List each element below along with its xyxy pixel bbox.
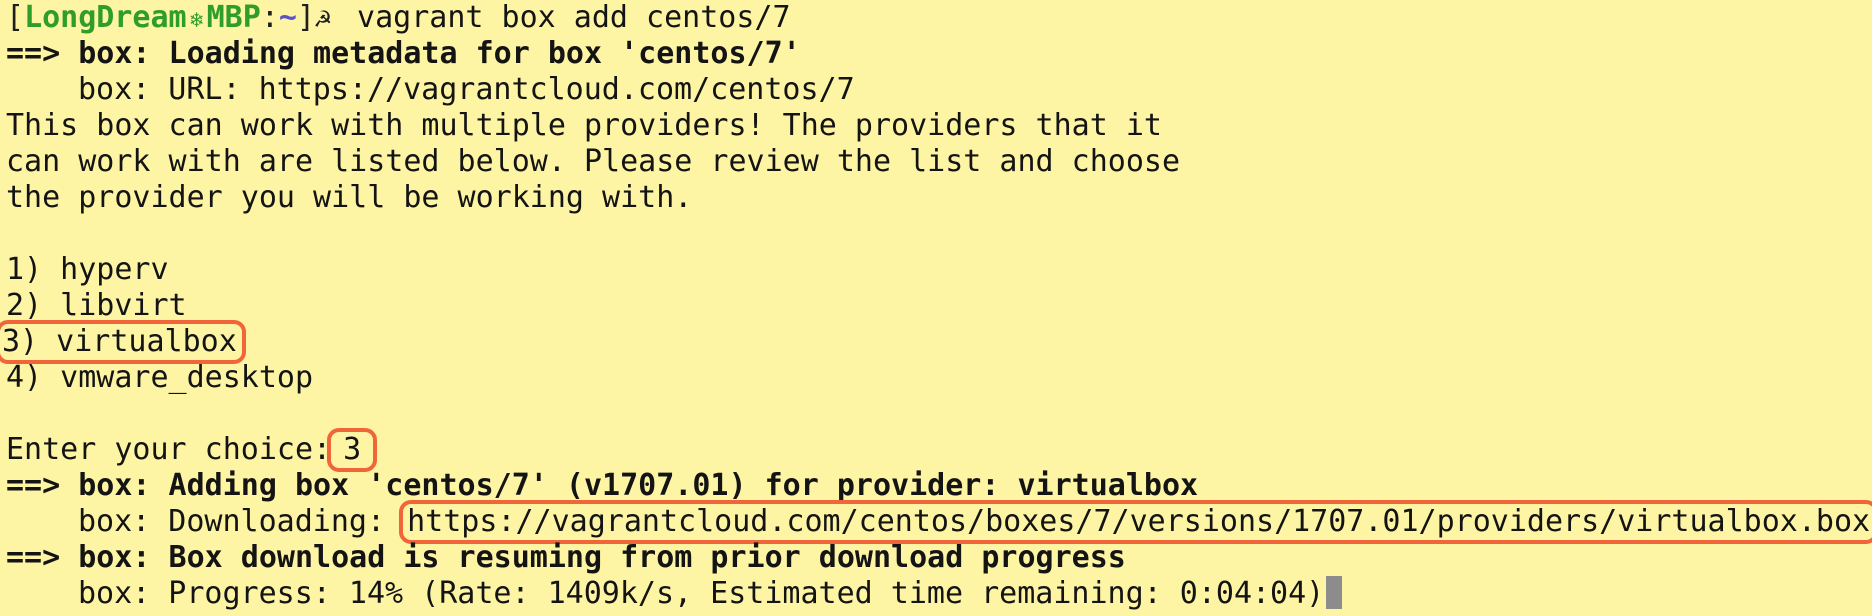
snowflake-icon: ❄ (190, 8, 204, 33)
progress-text: box: Progress: 14% (Rate: 1409k/s, Estim… (78, 576, 1325, 611)
output-line-adding-box: ==> box: Adding box 'centos/7' (v1707.01… (6, 468, 1199, 503)
terminal-window[interactable]: { "prompt": { "open_bracket": "[", "user… (0, 0, 1872, 616)
prompt-host: MBP (206, 0, 261, 35)
provider-option-virtualbox-row: 3) virtualbox (0, 320, 1872, 364)
output-line-metadata: ==> box: Loading metadata for box 'cento… (6, 36, 801, 71)
output-line-progress: box: Progress: 14% (Rate: 1409k/s, Estim… (6, 576, 1872, 612)
provider-option-vmware: 4) vmware_desktop (6, 360, 314, 395)
downloading-label: box: Downloading: (78, 504, 404, 539)
provider-option-hyperv: 1) hyperv (6, 252, 169, 287)
command-text: vagrant box add centos/7 (339, 0, 791, 35)
provider-option-virtualbox: 3) virtualbox (0, 320, 246, 364)
choice-value: 3 (327, 428, 378, 472)
output-line-info-2: can work with are listed below. Please r… (6, 144, 1180, 179)
prompt-line: [LongDream ❄ MBP:~]☭ vagrant box add cento… (6, 0, 1872, 36)
download-url: https://vagrantcloud.com/centos/boxes/7/… (399, 500, 1872, 544)
choice-label: Enter your choice: (6, 432, 332, 467)
prompt-open-bracket: [ (6, 0, 25, 35)
prompt-close-bracket: ] (296, 0, 315, 35)
terminal-output: [LongDream ❄ MBP:~]☭ vagrant box add cento… (0, 0, 1872, 612)
provider-option-libvirt: 2) libvirt (6, 288, 187, 323)
prompt-cwd: ~ (278, 0, 297, 35)
choice-prompt-line: Enter your choice: 3 (6, 428, 1872, 472)
output-line-info-3: the provider you will be working with. (6, 180, 693, 215)
prompt-user: LongDream (24, 0, 187, 35)
prompt-symbol-icon: ☭ (315, 4, 331, 34)
output-line-downloading: box: Downloading: https://vagrantcloud.c… (6, 500, 1872, 544)
prompt-separator: : (260, 0, 279, 35)
terminal-cursor[interactable] (1326, 576, 1343, 609)
output-line-resuming: ==> box: Box download is resuming from p… (6, 540, 1126, 575)
output-line-url: box: URL: https://vagrantcloud.com/cento… (78, 72, 855, 107)
output-line-info-1: This box can work with multiple provider… (6, 108, 1162, 143)
